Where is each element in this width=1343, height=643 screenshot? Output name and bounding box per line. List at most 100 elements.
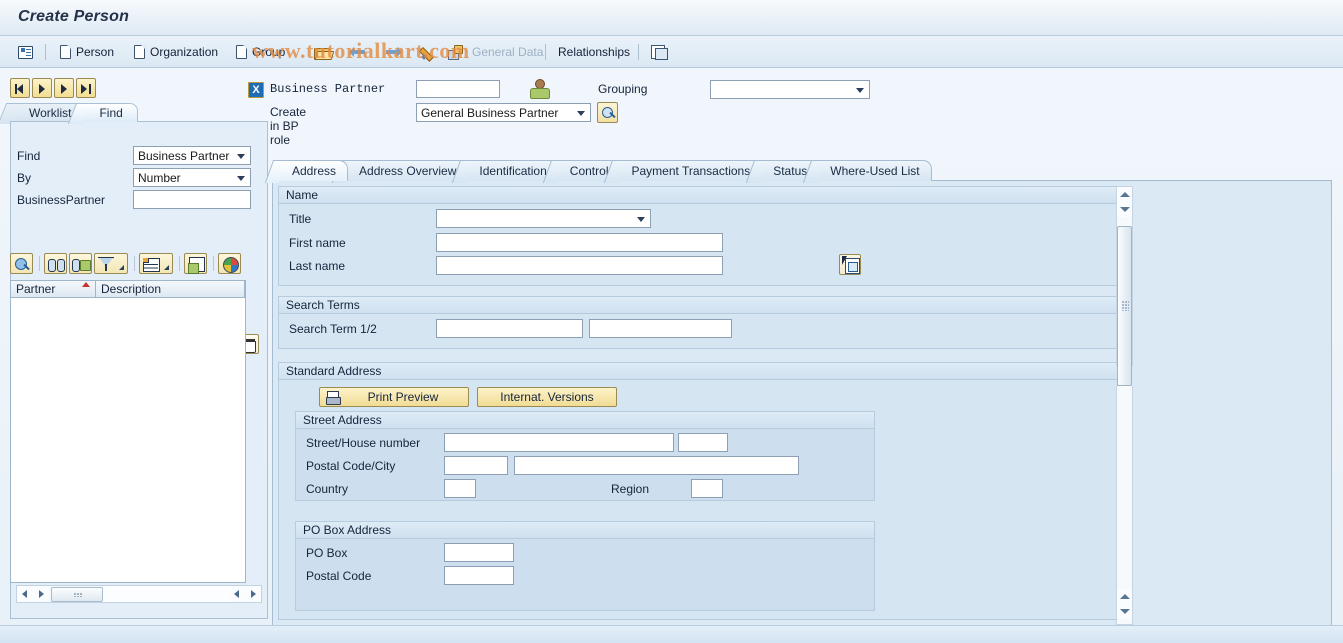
panel-scroll-down-button[interactable] xyxy=(1117,604,1132,619)
tab-payment-transactions-label: Payment Transactions xyxy=(631,164,751,178)
result-grid-horizontal-scrollbar[interactable] xyxy=(16,585,262,603)
list-icon-button[interactable] xyxy=(14,41,37,63)
business-partner-input[interactable] xyxy=(416,80,500,98)
chevron-down-icon xyxy=(237,154,245,159)
title-select[interactable] xyxy=(436,209,651,228)
select-layout-icon[interactable] xyxy=(184,253,207,274)
panel-scroll-up-button[interactable] xyxy=(1117,589,1132,604)
create-in-bp-role-value: General Business Partner xyxy=(421,106,559,120)
last-record-button[interactable] xyxy=(76,78,96,98)
postal-code-input[interactable] xyxy=(444,456,508,475)
first-record-button[interactable] xyxy=(10,78,30,98)
person-button[interactable]: Person xyxy=(56,41,118,63)
country-input[interactable] xyxy=(444,479,476,498)
column-header-partner-label: Partner xyxy=(16,282,56,296)
column-header-partner[interactable]: Partner xyxy=(11,281,96,297)
organization-button-label: Organization xyxy=(150,45,219,59)
toolbar-divider xyxy=(39,256,40,271)
postal-city-label: Postal Code/City xyxy=(306,459,396,473)
color-wheel-icon[interactable] xyxy=(218,253,241,274)
scroll-up-button[interactable] xyxy=(1117,187,1132,202)
street-input[interactable] xyxy=(444,433,674,452)
po-box-label: PO Box xyxy=(306,546,348,560)
group-button[interactable]: Group xyxy=(232,41,289,63)
last-name-input[interactable] xyxy=(436,256,723,275)
last-name-label: Last name xyxy=(289,259,346,273)
next-record-button[interactable] xyxy=(54,78,74,98)
search-terms-group-title: Search Terms xyxy=(279,297,1117,314)
name-details-button[interactable] xyxy=(839,254,861,275)
tab-find-label: Find xyxy=(99,106,123,120)
cards-button[interactable] xyxy=(647,41,671,63)
by-select-value: Number xyxy=(138,171,181,185)
layout-grid-icon[interactable] xyxy=(139,253,173,274)
column-header-description-label: Description xyxy=(101,282,162,296)
tab-payment-transactions[interactable]: Payment Transactions xyxy=(615,160,763,181)
lock-button[interactable] xyxy=(443,41,466,63)
create-in-bp-role-select[interactable]: General Business Partner xyxy=(416,103,591,122)
international-versions-button[interactable]: Internat. Versions xyxy=(477,387,617,407)
street-house-label: Street/House number xyxy=(306,436,421,450)
tab-address-overview[interactable]: Address Overview xyxy=(343,160,469,181)
po-box-input[interactable] xyxy=(444,543,514,562)
po-box-address-group: PO Box Address PO Box Postal Code xyxy=(295,521,875,611)
search-term-2-input[interactable] xyxy=(589,319,732,338)
businesspartner-input[interactable] xyxy=(133,190,251,209)
document-icon xyxy=(60,45,71,59)
scroll-left-button[interactable] xyxy=(17,586,33,602)
group-button-label: Group xyxy=(252,45,286,59)
scroll-right-button-end[interactable] xyxy=(245,586,261,602)
find-select[interactable]: Business Partner xyxy=(133,146,251,165)
list-icon xyxy=(18,45,33,59)
horizontal-scroll-thumb[interactable] xyxy=(51,586,103,602)
toolbar-divider xyxy=(45,44,46,60)
find-select-value: Business Partner xyxy=(138,149,230,163)
street-address-group-title: Street Address xyxy=(296,412,874,429)
grouping-select[interactable] xyxy=(710,80,870,99)
general-data-button[interactable]: General Data xyxy=(468,41,547,63)
bp-role-search-help-button[interactable] xyxy=(597,102,618,123)
first-name-input[interactable] xyxy=(436,233,723,252)
back-button[interactable] xyxy=(345,41,370,63)
organization-button[interactable]: Organization xyxy=(130,41,222,63)
region-input[interactable] xyxy=(691,479,723,498)
document-icon xyxy=(134,45,145,59)
tab-where-used-list[interactable]: Where-Used List xyxy=(814,160,932,181)
record-navigation xyxy=(10,78,96,98)
previous-record-button[interactable] xyxy=(32,78,52,98)
tab-find[interactable]: Find xyxy=(80,103,138,122)
status-bar xyxy=(0,625,1343,643)
businesspartner-label: BusinessPartner xyxy=(17,193,106,207)
print-preview-button[interactable]: Print Preview xyxy=(319,387,469,407)
main-tabstrip: Address Address Overview Identification … xyxy=(276,160,932,181)
filter-icon[interactable] xyxy=(94,253,128,274)
open-button[interactable] xyxy=(310,41,334,63)
region-label: Region xyxy=(611,482,650,496)
scroll-left-button-end[interactable] xyxy=(229,586,245,602)
grouping-label: Grouping xyxy=(598,82,648,96)
pencil-icon xyxy=(421,45,436,60)
find-icon[interactable] xyxy=(44,253,67,274)
result-list-toolbar xyxy=(10,253,243,274)
house-number-input[interactable] xyxy=(678,433,728,452)
close-icon[interactable]: X xyxy=(248,82,264,98)
tab-address[interactable]: Address xyxy=(276,160,349,181)
result-grid-body[interactable] xyxy=(10,298,246,583)
city-input[interactable] xyxy=(514,456,799,475)
forward-button[interactable] xyxy=(381,41,406,63)
form-scroll-thumb[interactable] xyxy=(1117,226,1132,386)
column-header-description[interactable]: Description xyxy=(96,281,245,297)
search-term-1-input[interactable] xyxy=(436,319,583,338)
po-postal-code-input[interactable] xyxy=(444,566,514,585)
detail-icon[interactable] xyxy=(10,253,33,274)
scroll-right-button[interactable] xyxy=(33,586,49,602)
relationships-button[interactable]: Relationships xyxy=(554,41,634,63)
first-name-label: First name xyxy=(289,236,346,250)
by-select[interactable]: Number xyxy=(133,168,251,187)
print-preview-label: Print Preview xyxy=(367,390,439,404)
scroll-down-button[interactable] xyxy=(1117,202,1132,217)
find-next-icon[interactable] xyxy=(69,253,92,274)
edit-button[interactable] xyxy=(417,41,440,63)
horizontal-scroll-track[interactable] xyxy=(103,586,229,602)
result-grid-header: Partner Description xyxy=(10,280,246,298)
